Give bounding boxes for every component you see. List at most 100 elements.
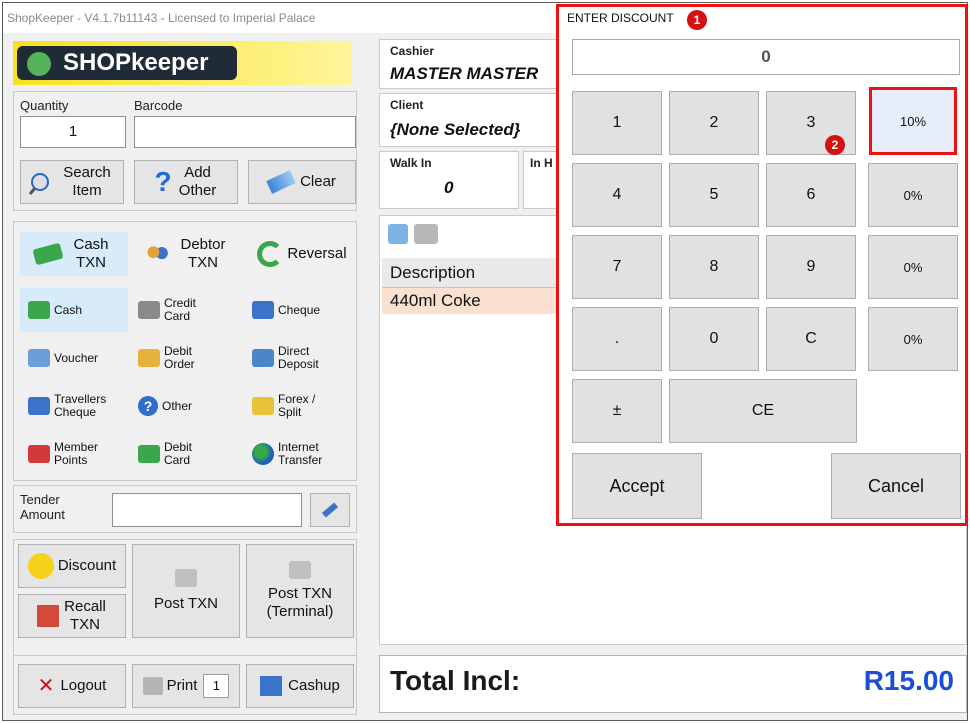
post-txn-button[interactable]: Post TXN	[132, 544, 240, 638]
walk-in-panel: Walk In 0	[379, 151, 519, 209]
payment-internet-transfer[interactable]: Internet Transfer	[248, 432, 356, 476]
payment-direct-deposit-label: Direct Deposit	[278, 344, 319, 371]
tender-panel: Tender Amount	[13, 485, 357, 533]
payment-debit-card[interactable]: Debit Card	[134, 432, 242, 476]
cash-txn-button[interactable]: Cash TXN	[20, 232, 128, 276]
key-plus-minus[interactable]: ±	[572, 379, 662, 443]
question-icon: ?	[154, 166, 172, 197]
actions-panel: Discount Recall TXN Post TXN Post TXN (T…	[13, 539, 357, 669]
walk-in-value: 0	[444, 178, 454, 197]
key-1[interactable]: 1	[572, 91, 662, 155]
client-label: Client	[390, 98, 424, 112]
enter-discount-dialog: ENTER DISCOUNT 1 0 1 2 3 10% 2 4 5 6 0% …	[556, 4, 968, 526]
barcode-label: Barcode	[134, 98, 183, 113]
debtor-txn-label: Debtor TXN	[180, 236, 226, 271]
people-icon	[145, 245, 169, 263]
print-copies-input[interactable]: 1	[203, 674, 230, 698]
credit-card-icon	[138, 301, 160, 319]
recall-txn-button[interactable]: Recall TXN	[18, 594, 126, 638]
payment-debit-order-label: Debit Order	[164, 344, 195, 371]
printer-icon[interactable]	[414, 224, 438, 244]
description-header: Description	[382, 258, 582, 288]
tender-amount-label: Tender Amount	[20, 492, 65, 522]
preset-0-percent-button[interactable]: 0%	[868, 307, 958, 371]
key-decimal[interactable]: .	[572, 307, 662, 371]
preset-0-percent-button[interactable]: 0%	[868, 235, 958, 299]
search-item-button[interactable]: Search Item	[20, 160, 124, 204]
quantity-label: Quantity	[20, 98, 69, 113]
cashup-button[interactable]: Cashup	[246, 664, 354, 708]
key-4[interactable]: 4	[572, 163, 662, 227]
barcode-input[interactable]	[134, 116, 356, 148]
key-clear-entry[interactable]: CE	[669, 379, 857, 443]
key-7[interactable]: 7	[572, 235, 662, 299]
payment-cheque-label: Cheque	[278, 302, 321, 317]
cashup-icon	[260, 676, 283, 696]
client-value: {None Selected}	[390, 120, 521, 139]
payment-panel: Cash TXN Debtor TXN Reversal Cash Credit…	[13, 221, 357, 481]
payment-forex-split-label: Forex / Split	[278, 392, 316, 419]
logo-text: SHOPkeeper	[63, 49, 209, 76]
recall-txn-label: Recall TXN	[64, 598, 106, 633]
key-clear[interactable]: C	[766, 307, 856, 371]
register-icon	[175, 569, 197, 587]
voucher-icon	[28, 349, 50, 367]
print-button[interactable]: Print 1	[132, 664, 240, 708]
quantity-input[interactable]: 1	[20, 116, 126, 148]
debit-card-icon	[138, 445, 160, 463]
table-row[interactable]: 440ml Coke	[382, 288, 582, 314]
key-8[interactable]: 8	[669, 235, 759, 299]
payment-voucher-label: Voucher	[54, 350, 99, 365]
search-icon	[28, 173, 49, 195]
payment-cheque[interactable]: Cheque	[248, 288, 356, 332]
left-pane: SHOPkeeper Quantity Barcode 1 Search Ite…	[7, 35, 363, 718]
key-9[interactable]: 9	[766, 235, 856, 299]
payment-travellers-cheque[interactable]: Travellers Cheque	[20, 384, 128, 428]
dialog-title: ENTER DISCOUNT	[567, 11, 674, 25]
payment-voucher[interactable]: Voucher	[20, 336, 128, 380]
post-txn-terminal-button[interactable]: Post TXN (Terminal)	[246, 544, 354, 638]
callout-badge-1: 1	[687, 10, 707, 30]
cash-icon	[32, 242, 64, 266]
payment-member-points[interactable]: Member Points	[20, 432, 128, 476]
preset-10-percent-button[interactable]: 10%	[869, 87, 957, 155]
payment-debit-order[interactable]: Debit Order	[134, 336, 242, 380]
cancel-button[interactable]: Cancel	[831, 453, 961, 519]
close-icon: ✕	[37, 675, 55, 697]
key-5[interactable]: 5	[669, 163, 759, 227]
keypad-button[interactable]	[310, 493, 350, 527]
tender-amount-input[interactable]	[112, 493, 302, 527]
window-title: ShopKeeper - V4.1.7b11143 - Licensed to …	[7, 11, 316, 25]
question-icon: ?	[138, 396, 158, 416]
cashier-value: MASTER MASTER	[390, 64, 539, 83]
member-points-icon	[28, 445, 50, 463]
reversal-button[interactable]: Reversal	[248, 232, 356, 276]
add-other-button[interactable]: ? Add Other	[134, 160, 238, 204]
total-value: R15.00	[863, 665, 954, 696]
item-entry-panel: Quantity Barcode 1 Search Item ? Add Oth…	[13, 91, 357, 211]
logo: SHOPkeeper	[17, 46, 237, 80]
payment-travellers-cheque-label: Travellers Cheque	[54, 392, 107, 419]
logout-button[interactable]: ✕ Logout	[18, 664, 126, 708]
preset-0-percent-button[interactable]: 0%	[868, 163, 958, 227]
discount-label: Discount	[57, 557, 117, 574]
globe-icon	[252, 443, 274, 465]
remove-item-icon[interactable]	[388, 224, 408, 244]
accept-button[interactable]: Accept	[572, 453, 702, 519]
payment-cash[interactable]: Cash	[20, 288, 128, 332]
payment-forex-split[interactable]: Forex / Split	[248, 384, 356, 428]
key-6[interactable]: 6	[766, 163, 856, 227]
payment-other-label: Other	[162, 398, 193, 413]
key-2[interactable]: 2	[669, 91, 759, 155]
discount-button[interactable]: Discount	[18, 544, 126, 588]
clear-button[interactable]: Clear	[248, 160, 356, 204]
payment-credit-card[interactable]: Credit Card	[134, 288, 242, 332]
register-icon	[289, 561, 311, 579]
pen-icon	[321, 502, 339, 518]
cashup-label: Cashup	[288, 677, 340, 694]
payment-internet-transfer-label: Internet Transfer	[278, 440, 323, 467]
key-0[interactable]: 0	[669, 307, 759, 371]
payment-other[interactable]: ? Other	[134, 384, 242, 428]
payment-direct-deposit[interactable]: Direct Deposit	[248, 336, 356, 380]
debtor-txn-button[interactable]: Debtor TXN	[132, 232, 244, 276]
